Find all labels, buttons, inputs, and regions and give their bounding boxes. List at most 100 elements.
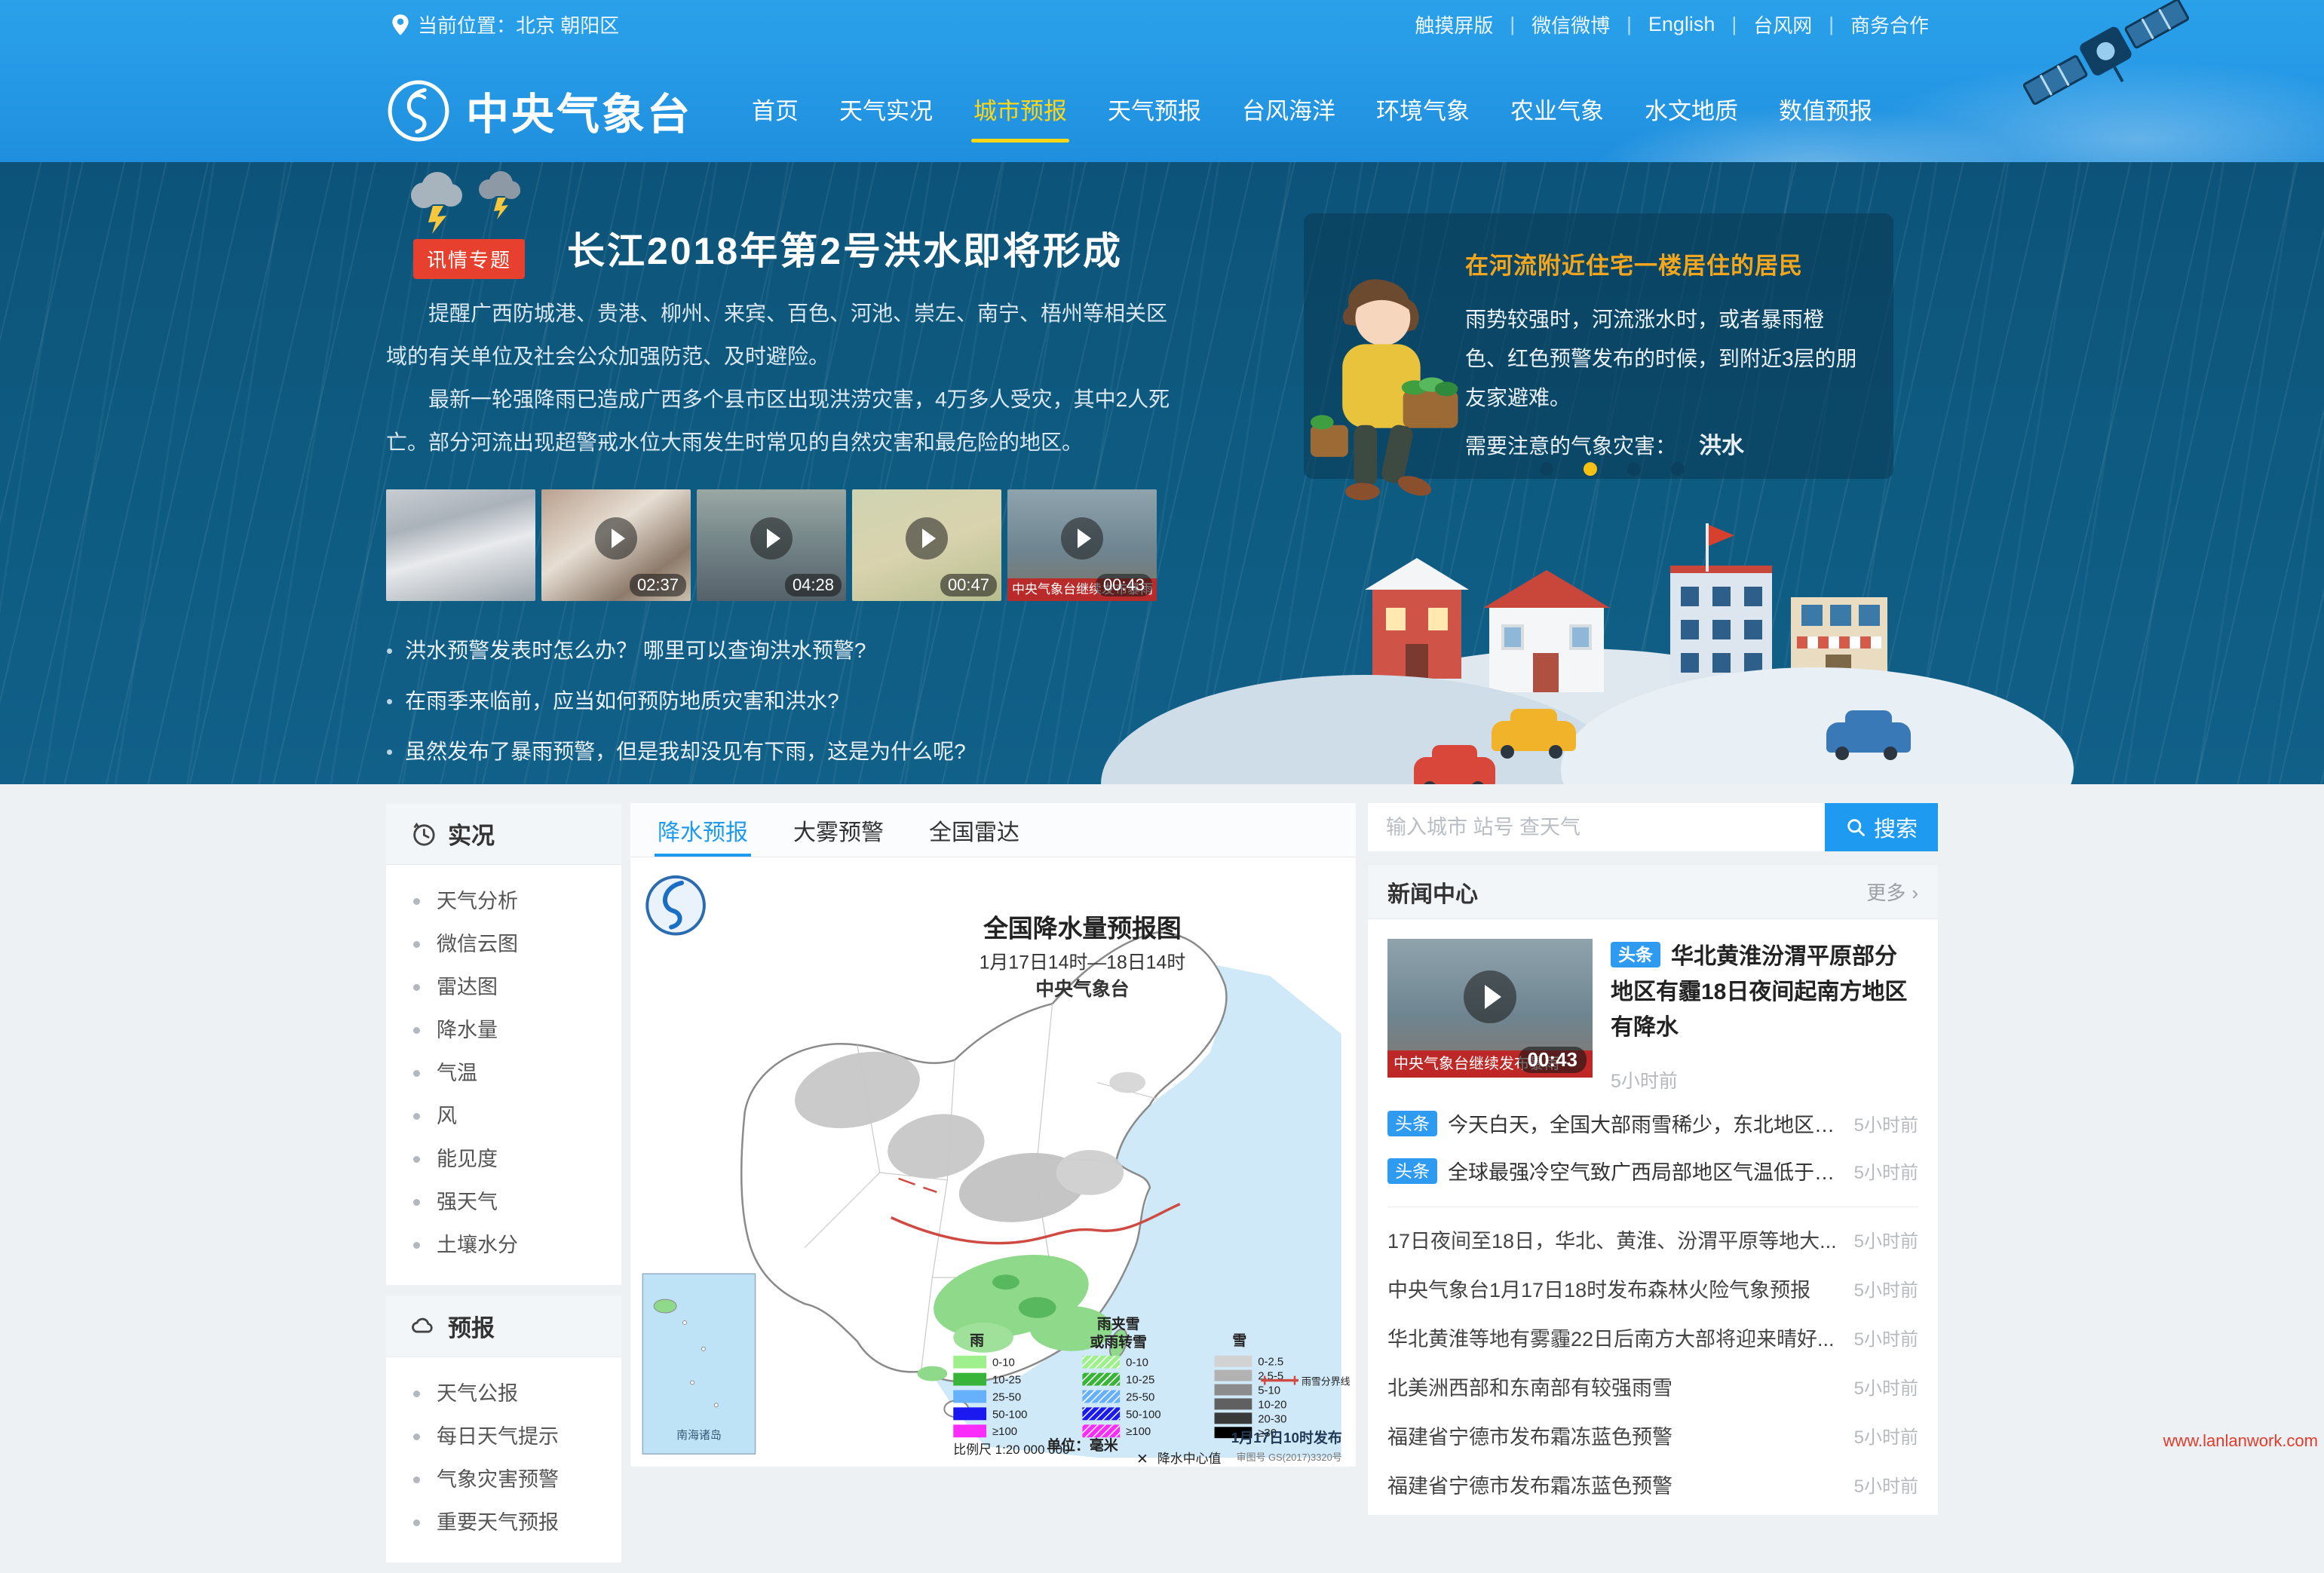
- carousel-dot[interactable]: [1671, 462, 1685, 476]
- featured-news-time: 5小时前: [1611, 1066, 1918, 1093]
- tab-precipitation-forecast[interactable]: 降水预报: [655, 803, 751, 857]
- link-typhoon-net[interactable]: 台风网: [1753, 11, 1812, 38]
- svg-text:1月17日10时发布: 1月17日10时发布: [1231, 1429, 1342, 1446]
- nav-menu: 首页 天气实况 城市预报 天气预报 台风海洋 环境气象 农业气象 水文地质 数值…: [731, 77, 1893, 144]
- nav-item-weather-live[interactable]: 天气实况: [819, 77, 953, 144]
- headline-badge: 头条: [1611, 942, 1660, 967]
- headline-news-item[interactable]: 头条 全球最强冷空气致广西局部地区气温低于12度 5小时前: [1368, 1147, 1938, 1194]
- link-touch-version[interactable]: 触摸屏版: [1415, 11, 1493, 38]
- hero-paragraph: 提醒广西防城港、贵港、柳州、来宾、百色、河池、崇左、南宁、梧州等相关区域的有关单…: [386, 292, 1174, 378]
- tip-card-body: 雨势较强时，河流涨水时，或者暴雨橙色、红色预警发布的时候，到附近3层的朋友家避难…: [1465, 300, 1862, 418]
- svg-text:10-25: 10-25: [1126, 1374, 1154, 1387]
- nav-item-numerical[interactable]: 数值预报: [1758, 77, 1893, 144]
- news-item-time: 5小时前: [1854, 1422, 1918, 1449]
- news-row[interactable]: 北美洲西部和东南部有较强雨雪 5小时前: [1368, 1362, 1938, 1411]
- news-row[interactable]: 华北黄淮等地有雾霾22日后南方大部将迎来晴好... 5小时前: [1368, 1313, 1938, 1362]
- cloud-icon: [410, 1314, 436, 1339]
- tip-card-note: 需要注意的气象灾害：洪水: [1465, 427, 1862, 460]
- video-strip: 02:37 04:28 00:47 中央气象台继续发布暴雨 00:43: [386, 489, 1163, 601]
- news-row[interactable]: 中央气象台1月17日18时发布森林火险气象预报 5小时前: [1368, 1264, 1938, 1313]
- realtime-panel: 实况 天气分析 微信云图 雷达图 降水量 气温 风 能见度 强天气 土壤水分: [386, 803, 621, 1285]
- sidebar-item-wind[interactable]: 风: [386, 1095, 621, 1138]
- person-illustration: [1293, 262, 1467, 511]
- search-input[interactable]: [1368, 803, 1825, 851]
- svg-text:0-10: 0-10: [1126, 1357, 1148, 1369]
- news-row[interactable]: 17日夜间至18日，华北、黄淮、汾渭平原等地大... 5小时前: [1368, 1215, 1938, 1264]
- news-item-time: 5小时前: [1854, 1373, 1918, 1400]
- carousel-dot[interactable]: [1540, 462, 1553, 476]
- video-thumbnail[interactable]: 中央气象台继续发布暴雨 00:43: [1007, 489, 1157, 601]
- featured-news-thumbnail[interactable]: 中央气象台继续发布暴雨 00:43: [1387, 939, 1593, 1078]
- china-precipitation-map: 全国降水量预报图 1月17日14时—18日14时 中央气象台 南海诸岛: [630, 857, 1354, 1465]
- hero-section: 讯情专题 长江2018年第2号洪水即将形成 提醒广西防城港、贵港、柳州、来宾、百…: [0, 162, 2324, 784]
- sidebar-item-temperature[interactable]: 气温: [386, 1052, 621, 1095]
- svg-text:10-20: 10-20: [1258, 1398, 1286, 1411]
- hero-paragraphs: 提醒广西防城港、贵港、柳州、来宾、百色、河池、崇左、南宁、梧州等相关区域的有关单…: [386, 292, 1174, 464]
- news-item-time: 5小时前: [1854, 1324, 1918, 1351]
- current-location: 当前位置：北京 朝阳区: [391, 11, 619, 38]
- link-english[interactable]: English: [1648, 13, 1715, 36]
- play-icon: [595, 517, 637, 560]
- realtime-menu: 天气分析 微信云图 雷达图 降水量 气温 风 能见度 强天气 土壤水分: [386, 865, 621, 1285]
- news-item-title: 福建省宁德市发布霜冻蓝色预警: [1387, 1470, 1841, 1499]
- topic-badge[interactable]: 讯情专题: [413, 239, 525, 279]
- location-pin-icon: [391, 14, 410, 36]
- news-row[interactable]: 福建省宁德市发布霜冻蓝色预警 5小时前: [1368, 1411, 1938, 1460]
- tip-note-label: 需要注意的气象灾害：: [1465, 434, 1676, 458]
- news-more-link[interactable]: 更多›: [1866, 878, 1918, 906]
- nav-item-city-forecast[interactable]: 城市预报: [953, 77, 1087, 144]
- news-center-header: 新闻中心 更多›: [1368, 865, 1938, 919]
- svg-text:0-2.5: 0-2.5: [1258, 1356, 1283, 1369]
- sidebar-item-soil-moisture[interactable]: 土壤水分: [386, 1224, 621, 1267]
- headline-badge: 头条: [1387, 1158, 1437, 1184]
- news-item-title: 北美洲西部和东南部有较强雨雪: [1387, 1372, 1841, 1401]
- sidebar-item-important-forecast[interactable]: 重要天气预报: [386, 1501, 621, 1544]
- link-business[interactable]: 商务合作: [1850, 11, 1929, 38]
- news-row[interactable]: 福建省宁德市发布霜冻蓝色预警 5小时前: [1368, 1460, 1938, 1509]
- headline-news-item[interactable]: 头条 今天白天，全国大部雨雪稀少，东北地区南部 5小时前: [1368, 1099, 1938, 1147]
- svg-text:比例尺 1:20 000 000: 比例尺 1:20 000 000: [953, 1443, 1069, 1457]
- satellite-illustration: [1999, 0, 2212, 139]
- search-button[interactable]: 搜索: [1825, 803, 1938, 851]
- town-flood-illustration: [1259, 535, 1938, 784]
- sidebar-item-disaster-warning[interactable]: 气象灾害预警: [386, 1458, 621, 1501]
- nav-item-agriculture[interactable]: 农业气象: [1490, 77, 1624, 144]
- video-thumbnail[interactable]: [386, 489, 535, 601]
- carousel-dot-active[interactable]: [1584, 462, 1597, 476]
- carousel-dot[interactable]: [1627, 462, 1641, 476]
- map-agency: 中央气象台: [1035, 978, 1129, 1000]
- nav-item-typhoon-ocean[interactable]: 台风海洋: [1222, 77, 1356, 144]
- nav-item-hydrogeology[interactable]: 水文地质: [1624, 77, 1758, 144]
- nav-item-environment[interactable]: 环境气象: [1356, 77, 1490, 144]
- sidebar-item-weather-analysis[interactable]: 天气分析: [386, 880, 621, 923]
- news-item-title: 今天白天，全国大部雨雪稀少，东北地区南部: [1448, 1108, 1841, 1138]
- link-wechat-weibo[interactable]: 微信微博: [1531, 11, 1610, 38]
- right-column: 搜索 新闻中心 更多› 中央气象台继续发布暴雨 00:43 头条华北黄淮汾渭平原…: [1368, 803, 1938, 1515]
- location-text: 当前位置：北京 朝阳区: [418, 11, 619, 38]
- sidebar-item-visibility[interactable]: 能见度: [386, 1138, 621, 1181]
- nav-item-home[interactable]: 首页: [731, 77, 819, 144]
- video-thumbnail[interactable]: 02:37: [541, 489, 691, 601]
- news-item-title: 全球最强冷空气致广西局部地区气温低于12度: [1448, 1156, 1841, 1185]
- featured-news-title: 头条华北黄淮汾渭平原部分地区有霾18日夜间起南方地区有降水: [1611, 939, 1918, 1045]
- sidebar-item-severe-weather[interactable]: 强天气: [386, 1181, 621, 1224]
- play-icon: [1464, 970, 1516, 1023]
- news-center-title: 新闻中心: [1387, 875, 1478, 909]
- tab-national-radar[interactable]: 全国雷达: [926, 803, 1022, 857]
- tip-card-content: 在河流附近住宅一楼居住的居民 雨势较强时，河流涨水时，或者暴雨橙色、红色预警发布…: [1465, 213, 1893, 460]
- video-thumbnail[interactable]: 00:47: [852, 489, 1001, 601]
- brand-logo[interactable]: 中央气象台: [386, 78, 692, 143]
- video-thumbnail[interactable]: 04:28: [697, 489, 846, 601]
- tip-card-title: 在河流附近住宅一楼居住的居民: [1465, 247, 1862, 281]
- tab-fog-warning[interactable]: 大雾预警: [790, 803, 887, 857]
- svg-text:50-100: 50-100: [992, 1408, 1027, 1421]
- sidebar-item-cloud-image[interactable]: 微信云图: [386, 923, 621, 966]
- featured-news-item[interactable]: 中央气象台继续发布暴雨 00:43 头条华北黄淮汾渭平原部分地区有霾18日夜间起…: [1368, 919, 1938, 1099]
- sidebar-item-weather-bulletin[interactable]: 天气公报: [386, 1372, 621, 1415]
- nav-item-weather-forecast[interactable]: 天气预报: [1087, 77, 1222, 144]
- sidebar-item-daily-tips[interactable]: 每日天气提示: [386, 1415, 621, 1458]
- sidebar-item-radar[interactable]: 雷达图: [386, 966, 621, 1009]
- sidebar-item-precipitation[interactable]: 降水量: [386, 1009, 621, 1052]
- news-center-panel: 新闻中心 更多› 中央气象台继续发布暴雨 00:43 头条华北黄淮汾渭平原部分地…: [1368, 865, 1938, 1515]
- clock-history-icon: [410, 821, 436, 847]
